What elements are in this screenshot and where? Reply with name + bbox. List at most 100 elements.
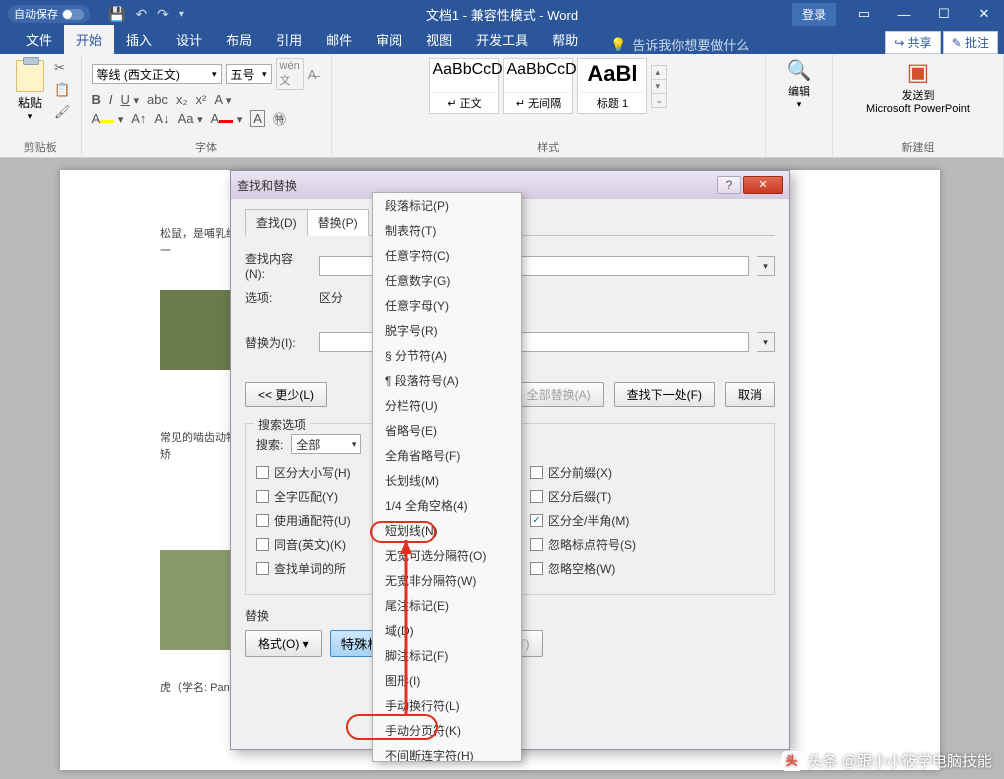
- share-button[interactable]: ↪ 共享: [885, 31, 940, 54]
- italic-icon[interactable]: I: [109, 92, 113, 107]
- find-history-dropdown[interactable]: ▾: [757, 256, 775, 276]
- chk-sounds[interactable]: [256, 538, 269, 551]
- font-color-icon[interactable]: A ▾: [211, 111, 243, 126]
- sf-item-quarter-em[interactable]: 1/4 全角空格(4): [373, 493, 521, 518]
- replace-all-button[interactable]: 全部替换(A): [514, 382, 604, 407]
- chk-space[interactable]: [530, 562, 543, 575]
- sf-item-tab[interactable]: 制表符(T): [373, 218, 521, 243]
- clear-format-icon[interactable]: A̶: [308, 67, 317, 82]
- sf-item-caret[interactable]: 脱字号(R): [373, 318, 521, 343]
- edit-button[interactable]: 🔍 编辑 ▾: [776, 58, 822, 110]
- ribbon-display-icon[interactable]: ▭: [844, 0, 884, 28]
- underline-icon[interactable]: U ▾: [121, 92, 139, 107]
- sf-item-nowidth-nonbreak[interactable]: 无宽非分隔符(W): [373, 568, 521, 593]
- qat-more-icon[interactable]: ▾: [179, 9, 184, 20]
- sf-item-section-char[interactable]: § 分节符(A): [373, 343, 521, 368]
- tab-help[interactable]: 帮助: [540, 25, 590, 54]
- sf-item-manual-page[interactable]: 手动分页符(K): [373, 718, 521, 743]
- enclose-char-icon[interactable]: ㊕: [273, 109, 286, 128]
- superscript-icon[interactable]: x²: [196, 92, 207, 107]
- strike-icon[interactable]: abc: [147, 92, 168, 107]
- bold-icon[interactable]: B: [92, 92, 101, 107]
- close-icon[interactable]: ✕: [964, 0, 1004, 28]
- sf-item-en-dash[interactable]: 短划线(N): [373, 518, 521, 543]
- chk-whole[interactable]: [256, 490, 269, 503]
- subscript-icon[interactable]: x₂: [176, 92, 188, 107]
- font-grow-icon[interactable]: A↑: [131, 111, 146, 126]
- tab-file[interactable]: 文件: [14, 25, 64, 54]
- sf-item-para-symbol[interactable]: ¶ 段落符号(A): [373, 368, 521, 393]
- format-painter-icon[interactable]: 🖌: [54, 104, 71, 120]
- tab-design[interactable]: 设计: [164, 25, 214, 54]
- format-button[interactable]: 格式(O) ▾: [245, 630, 322, 657]
- copy-icon[interactable]: 📋: [54, 82, 71, 98]
- replace-history-dropdown[interactable]: ▾: [757, 332, 775, 352]
- char-border-icon[interactable]: A: [250, 110, 265, 127]
- sf-item-any-digit[interactable]: 任意数字(G): [373, 268, 521, 293]
- save-icon[interactable]: 💾: [108, 6, 125, 23]
- tab-home[interactable]: 开始: [64, 25, 114, 54]
- tellme-search[interactable]: 💡 告诉我你想要做什么: [610, 35, 749, 54]
- paste-button[interactable]: 粘贴 ▾: [10, 58, 50, 122]
- style-normal[interactable]: AaBbCcDc ↵ 正文: [429, 58, 499, 114]
- text-effects-icon[interactable]: A ▾: [214, 92, 231, 107]
- sf-item-field[interactable]: 域(D): [373, 618, 521, 643]
- tab-view[interactable]: 视图: [414, 25, 464, 54]
- font-size-select[interactable]: 五号 ▾: [226, 64, 272, 84]
- sf-item-nowidth-optional[interactable]: 无宽可选分隔符(O): [373, 543, 521, 568]
- sf-item-paragraph-mark[interactable]: 段落标记(P): [373, 193, 521, 218]
- tab-layout[interactable]: 布局: [214, 25, 264, 54]
- sf-item-manual-line[interactable]: 手动换行符(L): [373, 693, 521, 718]
- tab-references[interactable]: 引用: [264, 25, 314, 54]
- chk-case[interactable]: [256, 466, 269, 479]
- style-nospacing[interactable]: AaBbCcDc ↵ 无间隔: [503, 58, 573, 114]
- sf-item-em-dash[interactable]: 长划线(M): [373, 468, 521, 493]
- dialog-help-button[interactable]: ?: [717, 176, 741, 194]
- tab-review[interactable]: 审阅: [364, 25, 414, 54]
- tab-mail[interactable]: 邮件: [314, 25, 364, 54]
- sf-item-full-ellipsis[interactable]: 全角省略号(F): [373, 443, 521, 468]
- less-button[interactable]: << 更少(L): [245, 382, 327, 407]
- sf-item-nonbreak-hyphen[interactable]: 不间断连字符(H): [373, 743, 521, 762]
- cut-icon[interactable]: ✂: [54, 60, 71, 76]
- tab-find[interactable]: 查找(D): [245, 209, 308, 236]
- tab-replace[interactable]: 替换(P): [307, 209, 369, 236]
- minimize-icon[interactable]: —: [884, 0, 924, 28]
- autosave-toggle-group[interactable]: 自动保存: [8, 5, 90, 23]
- send-to-ppt-button[interactable]: ▣ 发送到 Microsoft PowerPoint: [843, 58, 993, 115]
- chk-fullhalf[interactable]: ✓: [530, 514, 543, 527]
- phonetic-guide-icon[interactable]: wén文: [276, 58, 304, 90]
- tab-insert[interactable]: 插入: [114, 25, 164, 54]
- styles-gallery-scroll[interactable]: ▴ ▾ ⌄: [651, 65, 667, 108]
- lightbulb-icon: 💡: [610, 37, 626, 53]
- chk-forms[interactable]: [256, 562, 269, 575]
- sf-item-column-break[interactable]: 分栏符(U): [373, 393, 521, 418]
- font-family-select[interactable]: 等线 (西文正文) ▾: [92, 64, 222, 84]
- chk-wildcard[interactable]: [256, 514, 269, 527]
- highlight-color-icon[interactable]: A ▾: [92, 111, 124, 126]
- tab-dev[interactable]: 开发工具: [464, 25, 540, 54]
- change-case-icon[interactable]: Aa ▾: [178, 111, 203, 126]
- chk-punct[interactable]: [530, 538, 543, 551]
- redo-icon[interactable]: ↷: [157, 6, 169, 23]
- chk-prefix[interactable]: [530, 466, 543, 479]
- cancel-button[interactable]: 取消: [725, 382, 775, 407]
- sf-item-footnote[interactable]: 脚注标记(F): [373, 643, 521, 668]
- dialog-close-button[interactable]: ✕: [743, 176, 783, 194]
- paste-more-icon[interactable]: ▾: [10, 111, 50, 122]
- font-shrink-icon[interactable]: A↓: [154, 111, 169, 126]
- sf-item-ellipsis[interactable]: 省略号(E): [373, 418, 521, 443]
- sf-item-any-letter[interactable]: 任意字母(Y): [373, 293, 521, 318]
- search-direction-select[interactable]: 全部▾: [291, 434, 361, 454]
- annotate-button[interactable]: ✎ 批注: [943, 31, 998, 54]
- sf-item-any-char[interactable]: 任意字符(C): [373, 243, 521, 268]
- undo-icon[interactable]: ↶: [135, 6, 147, 23]
- login-button[interactable]: 登录: [792, 3, 836, 26]
- chk-suffix[interactable]: [530, 490, 543, 503]
- find-next-button[interactable]: 查找下一处(F): [614, 382, 715, 407]
- style-heading1[interactable]: AaBl 标题 1: [577, 58, 647, 114]
- sf-item-graphic[interactable]: 图形(I): [373, 668, 521, 693]
- autosave-switch[interactable]: [62, 9, 84, 20]
- maximize-icon[interactable]: ☐: [924, 0, 964, 28]
- sf-item-endnote[interactable]: 尾注标记(E): [373, 593, 521, 618]
